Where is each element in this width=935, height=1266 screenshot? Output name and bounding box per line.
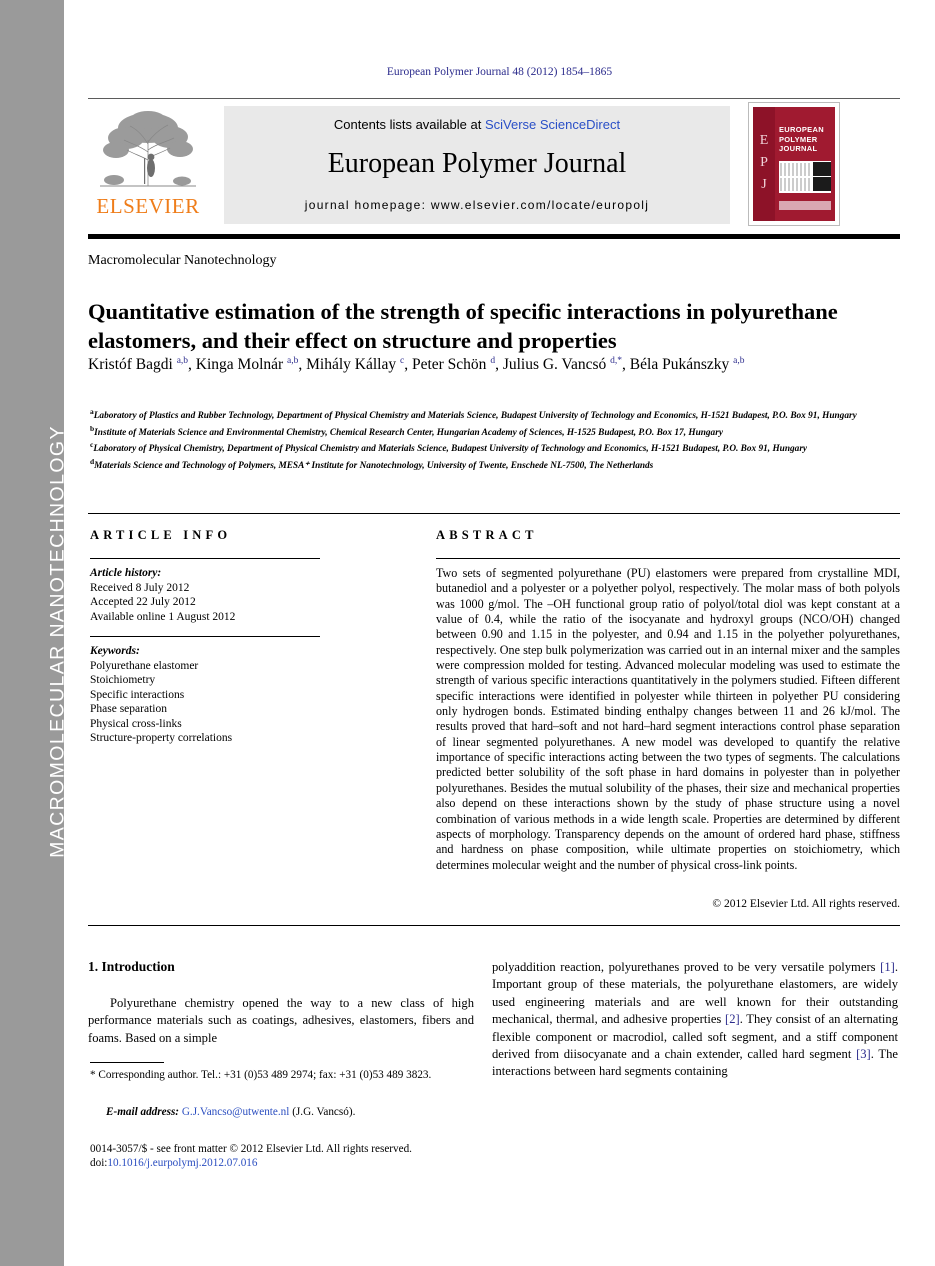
author-name: Peter Schön bbox=[411, 356, 491, 374]
intro-paragraph-left: Polyurethane chemistry opened the way to… bbox=[88, 996, 474, 1045]
footnote-rule bbox=[90, 1062, 164, 1063]
info-rule-lower bbox=[90, 636, 320, 637]
cover-fig-grid-2 bbox=[780, 178, 810, 191]
intro-paragraph-right: polyaddition reaction, polyurethanes pro… bbox=[492, 959, 898, 1081]
cover-fig-dark-1 bbox=[813, 162, 831, 176]
affiliation-item: aLaboratory of Plastics and Rubber Techn… bbox=[90, 406, 898, 423]
article-history-block: Article history: Received 8 July 2012 Ac… bbox=[90, 566, 330, 624]
keywords-block: Keywords: Polyurethane elastomer Stoichi… bbox=[90, 644, 330, 746]
elsevier-wordmark: ELSEVIER bbox=[96, 194, 200, 218]
author-separator: , bbox=[622, 356, 630, 374]
citation-ref-3[interactable]: [3] bbox=[856, 1047, 871, 1061]
corresponding-author-note: * Corresponding author. Tel.: +31 (0)53 … bbox=[90, 1069, 432, 1081]
journal-cover-thumbnail[interactable]: E P J EUROPEAN POLYMER JOURNAL bbox=[748, 102, 840, 226]
journal-page: European Polymer Journal 48 (2012) 1854–… bbox=[64, 0, 935, 1266]
elsevier-logo: ELSEVIER bbox=[88, 106, 208, 224]
info-rule-upper bbox=[90, 558, 320, 559]
info-bottom-rule bbox=[88, 925, 900, 926]
article-history-title: Article history: bbox=[90, 567, 162, 579]
keyword-item: Specific interactions bbox=[90, 688, 185, 701]
cover-fig-grid-1 bbox=[780, 163, 810, 176]
affiliation-text: Materials Science and Technology of Poly… bbox=[94, 461, 654, 472]
cover-title-lines: EUROPEAN POLYMER JOURNAL bbox=[779, 125, 833, 154]
doi-line: doi:10.1016/j.eurpolymj.2012.07.016 bbox=[90, 1156, 510, 1170]
contents-available-line: Contents lists available at SciVerse Sci… bbox=[224, 117, 730, 132]
article-history-accepted: Accepted 22 July 2012 bbox=[90, 596, 196, 608]
cover-footer-band bbox=[779, 201, 831, 210]
keyword-item: Physical cross-links bbox=[90, 717, 182, 730]
contents-prefix: Contents lists available at bbox=[333, 117, 485, 132]
affiliation-text: Laboratory of Plastics and Rubber Techno… bbox=[93, 411, 857, 422]
keyword-item: Phase separation bbox=[90, 703, 167, 715]
introduction-heading: 1. Introduction bbox=[88, 959, 175, 974]
cover-letter-e: E bbox=[759, 133, 769, 148]
cover-title-line-3: JOURNAL bbox=[779, 144, 818, 153]
author-affiliation-marker: a,b bbox=[287, 356, 299, 366]
email-link[interactable]: G.J.Vancso@utwente.nl bbox=[182, 1106, 290, 1118]
issn-line: 0014-3057/$ - see front matter © 2012 El… bbox=[90, 1143, 412, 1155]
elsevier-tree-icon bbox=[100, 111, 196, 187]
doi-link[interactable]: 10.1016/j.eurpolymj.2012.07.016 bbox=[107, 1157, 257, 1169]
intro-text-1: polyaddition reaction, polyurethanes pro… bbox=[492, 960, 881, 974]
affiliation-item: cLaboratory of Physical Chemistry, Depar… bbox=[90, 439, 898, 456]
masthead-thick-rule bbox=[88, 234, 900, 239]
author-name: Kinga Molnár bbox=[195, 356, 288, 374]
abstract-heading: ABSTRACT bbox=[436, 528, 538, 542]
journal-homepage-line[interactable]: journal homepage: www.elsevier.com/locat… bbox=[224, 198, 730, 212]
article-history-online: Available online 1 August 2012 bbox=[90, 610, 236, 623]
author-name: Béla Pukánszky bbox=[629, 356, 734, 374]
article-info-heading: ARTICLE INFO bbox=[90, 528, 232, 542]
issn-copyright-block: 0014-3057/$ - see front matter © 2012 El… bbox=[90, 1142, 510, 1171]
body-column-right: polyaddition reaction, polyurethanes pro… bbox=[492, 959, 898, 1081]
author-affiliation-marker: a,b bbox=[733, 356, 745, 366]
cover-letter-j: J bbox=[761, 177, 767, 192]
citation-ref-2[interactable]: [2] bbox=[725, 1012, 740, 1026]
doi-label: doi: bbox=[90, 1157, 108, 1170]
journal-masthead: ELSEVIER Contents lists available at Sci… bbox=[88, 98, 900, 228]
author-name: Kristóf Bagdi bbox=[88, 356, 177, 374]
abstract-text: Two sets of segmented polyurethane (PU) … bbox=[436, 566, 900, 872]
email-address-note: E-mail address: G.J.Vancso@utwente.nl (J… bbox=[90, 1105, 470, 1119]
affiliation-item: dMaterials Science and Technology of Pol… bbox=[90, 456, 898, 473]
author-separator: , bbox=[298, 356, 307, 374]
keyword-item: Polyurethane elastomer bbox=[90, 659, 199, 672]
article-history-received: Received 8 July 2012 bbox=[90, 581, 190, 594]
cover-title-line-2: POLYMER bbox=[779, 134, 818, 144]
author-separator: , bbox=[495, 356, 503, 374]
abstract-rule-upper bbox=[436, 558, 900, 559]
section-label: Macromolecular Nanotechnology bbox=[88, 253, 277, 268]
affiliation-item: bInstitute of Materials Science and Envi… bbox=[90, 423, 898, 440]
author-affiliation-marker: a,b bbox=[176, 356, 189, 366]
author-name: Mihály Kállay bbox=[306, 356, 400, 374]
abstract-copyright: © 2012 Elsevier Ltd. All rights reserved… bbox=[712, 898, 900, 910]
email-label: E-mail address: bbox=[106, 1106, 180, 1118]
affiliation-list: aLaboratory of Plastics and Rubber Techn… bbox=[90, 406, 898, 473]
sciencedirect-link[interactable]: SciVerse ScienceDirect bbox=[485, 117, 620, 132]
cover-letter-p: P bbox=[760, 155, 768, 170]
macromolecular-nanotechnology-sidebar: MACROMOLECULAR NANOTECHNOLOGY bbox=[0, 0, 69, 1266]
journal-reference-line: European Polymer Journal 48 (2012) 1854–… bbox=[386, 66, 613, 78]
author-name: Julius G. Vancsó bbox=[502, 356, 611, 374]
author-separator: , bbox=[188, 356, 196, 374]
author-separator: , bbox=[404, 356, 412, 374]
cover-figure-box bbox=[779, 161, 831, 193]
journal-title: European Polymer Journal bbox=[327, 148, 627, 179]
keywords-title: Keywords: bbox=[90, 645, 140, 657]
masthead-top-rule bbox=[88, 98, 900, 99]
author-list: Kristóf Bagdi a,b, Kinga Molnár a,b, Mih… bbox=[88, 350, 898, 376]
keyword-item: Stoichiometry bbox=[90, 674, 156, 686]
cover-fig-dark-2 bbox=[813, 177, 831, 191]
body-column-left: Polyurethane chemistry opened the way to… bbox=[88, 995, 474, 1047]
email-suffix: (J.G. Vancsó). bbox=[292, 1106, 356, 1118]
citation-ref-1[interactable]: [1] bbox=[880, 960, 895, 974]
affiliation-text: Laboratory of Physical Chemistry, Depart… bbox=[93, 444, 808, 455]
info-top-rule bbox=[88, 513, 900, 514]
page-title: Quantitative estimation of the strength … bbox=[88, 299, 838, 354]
author-affiliation-marker: d,* bbox=[610, 356, 623, 366]
keyword-item: Structure-property correlations bbox=[90, 732, 233, 744]
contents-panel: Contents lists available at SciVerse Sci… bbox=[224, 106, 730, 224]
affiliation-text: Institute of Materials Science and Envir… bbox=[94, 427, 723, 438]
cover-title-line-1: EUROPEAN bbox=[779, 125, 824, 134]
